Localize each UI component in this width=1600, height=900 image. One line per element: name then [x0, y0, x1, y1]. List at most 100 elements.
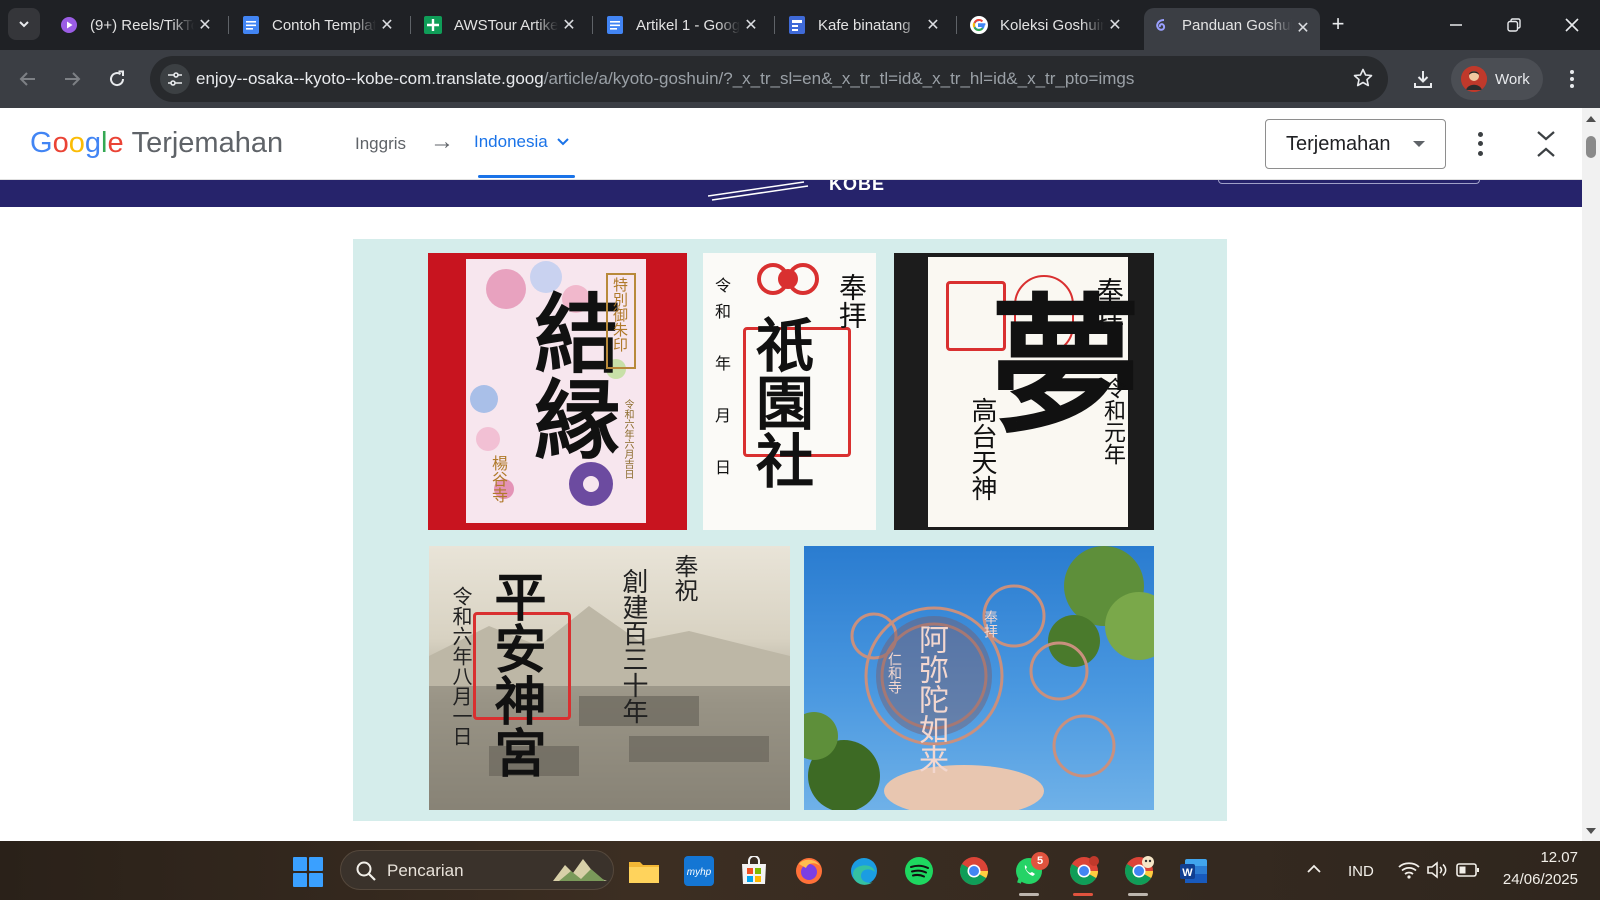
collapse-bar-button[interactable]	[1532, 128, 1560, 160]
input-language[interactable]: IND	[1348, 863, 1374, 880]
file-explorer-icon[interactable]	[628, 855, 660, 887]
window-close-button[interactable]	[1552, 8, 1592, 42]
taskbar-search[interactable]: Pencarian	[340, 850, 614, 890]
translation-mode-select[interactable]: Terjemahan	[1265, 119, 1446, 169]
whatsapp-badge: 5	[1031, 852, 1049, 870]
reload-button[interactable]	[101, 63, 133, 95]
running-app-indicator	[1128, 893, 1148, 896]
page-scrollbar[interactable]	[1582, 108, 1600, 841]
close-icon[interactable]: ✕	[558, 14, 580, 36]
goshuin-date: 令和六年八月一日	[449, 586, 473, 746]
google-g-icon	[970, 16, 988, 34]
myhp-icon[interactable]: myhp	[683, 855, 715, 887]
goshuin-main-text: 平安神宮	[485, 570, 546, 778]
chrome-menu-button[interactable]	[1556, 63, 1588, 95]
wifi-icon[interactable]	[1398, 861, 1420, 884]
tab-search-button[interactable]	[8, 8, 40, 40]
goshuin-gion: 祇園社 奉拝 令和 年 月 日	[703, 253, 876, 530]
translate-options-button[interactable]	[1468, 130, 1492, 158]
goshuin-top-text: 奉拝	[1092, 277, 1125, 333]
scroll-up-icon	[1586, 116, 1596, 122]
forward-button[interactable]	[56, 63, 88, 95]
tab-title: Koleksi Goshuin	[1000, 16, 1104, 34]
close-icon[interactable]: ✕	[376, 14, 398, 36]
close-icon[interactable]: ✕	[1104, 14, 1126, 36]
address-bar[interactable]: enjoy--osaka--kyoto--kobe-com.translate.…	[150, 56, 1388, 102]
goshuin-top-text: 奉拝	[835, 273, 868, 329]
new-tab-button[interactable]: +	[1326, 13, 1350, 37]
sky-and-foliage-photo	[804, 546, 1154, 810]
tab-koleksi-goshuin[interactable]: Koleksi Goshuin ✕	[962, 8, 1132, 42]
site-search-box[interactable]	[1218, 180, 1480, 184]
tab-awstour[interactable]: AWSTour Artikel ✕	[416, 8, 586, 42]
search-highlight-image-icon	[553, 859, 607, 881]
dropdown-arrow-icon	[1413, 141, 1425, 147]
goshuin-date: 令和六年六月吉日	[622, 399, 633, 479]
tab-reels[interactable]: (9+) Reels/TikTok ✕	[52, 8, 222, 42]
collapse-icon	[1537, 131, 1555, 157]
tab-contoh-template[interactable]: Contoh Template ✕	[234, 8, 404, 42]
volume-icon[interactable]	[1426, 861, 1448, 884]
firefox-icon[interactable]	[793, 855, 825, 887]
goshuin-temple-name: 楊谷寺	[489, 455, 508, 503]
url-host: enjoy--osaka--kyoto--kobe-com.translate.…	[196, 69, 544, 88]
tab-artikel-1[interactable]: Artikel 1 - Google Docs ✕	[598, 8, 768, 42]
scrollbar-thumb[interactable]	[1586, 136, 1596, 158]
close-icon[interactable]: ✕	[194, 14, 216, 36]
windows-taskbar: Pencarian myhp 5 W IND 12.07 24/06/2025	[0, 841, 1600, 900]
close-icon[interactable]: ✕	[922, 14, 944, 36]
chrome-icon[interactable]	[958, 855, 990, 887]
clock-time[interactable]: 12.07	[1524, 849, 1578, 866]
target-language[interactable]: Indonesia	[474, 132, 570, 152]
arrow-right-icon: →	[430, 128, 454, 155]
tab-title: Contoh Template	[272, 16, 376, 34]
site-brand[interactable]: KOBE	[829, 180, 885, 195]
battery-icon[interactable]	[1456, 862, 1480, 883]
close-icon[interactable]: ✕	[740, 14, 762, 36]
goshuin-paper: 結縁 特別御朱印 令和六年六月吉日 楊谷寺	[466, 259, 646, 523]
close-icon	[1565, 18, 1579, 32]
active-language-indicator	[478, 175, 575, 178]
tune-icon	[168, 72, 182, 86]
edge-icon[interactable]	[848, 855, 880, 887]
site-logo-swoosh	[708, 181, 809, 201]
site-info-button[interactable]	[160, 64, 190, 94]
google-forms-icon	[788, 16, 806, 34]
back-button[interactable]	[12, 63, 44, 95]
goshuin-top-text: 奉祝	[670, 554, 698, 602]
google-docs-icon	[606, 16, 624, 34]
profile-button[interactable]: Work	[1451, 58, 1543, 100]
tab-kafe-binatang[interactable]: Kafe binatang ✕	[780, 8, 950, 42]
url-text[interactable]: enjoy--osaka--kyoto--kobe-com.translate.…	[196, 69, 1134, 89]
spotify-icon[interactable]	[903, 855, 935, 887]
microsoft-word-icon[interactable]: W	[1178, 855, 1210, 887]
downloads-button[interactable]	[1407, 63, 1439, 95]
google-docs-icon	[242, 16, 260, 34]
goshuin-yanagidani: 結縁 特別御朱印 令和六年六月吉日 楊谷寺	[428, 253, 687, 530]
reload-icon	[110, 70, 125, 87]
avatar	[1461, 66, 1487, 92]
close-icon[interactable]: ✕	[1292, 17, 1314, 39]
show-hidden-icons-button[interactable]	[1306, 861, 1322, 882]
crest	[757, 261, 819, 297]
chrome-work-icon[interactable]	[1068, 855, 1100, 887]
restore-button[interactable]	[1494, 8, 1534, 42]
mode-select-value: Terjemahan	[1286, 132, 1391, 155]
minimize-button[interactable]	[1436, 8, 1476, 42]
profile-label: Work	[1495, 70, 1530, 88]
tab-divider	[956, 16, 957, 34]
chrome-profile-icon[interactable]	[1123, 855, 1155, 887]
start-button[interactable]	[293, 857, 323, 887]
chevron-up-icon	[1307, 864, 1321, 873]
clock-date[interactable]: 24/06/2025	[1496, 871, 1578, 888]
goshuin-date: 令和 年 月 日	[712, 277, 731, 485]
tab-panduan-goshuin[interactable]: Panduan Goshuin ✕	[1144, 8, 1320, 50]
tab-divider	[774, 16, 775, 34]
bookmark-button[interactable]	[1352, 67, 1374, 94]
source-language[interactable]: Inggris	[355, 134, 406, 154]
microsoft-store-icon[interactable]	[738, 855, 770, 887]
taskbar-search-label: Pencarian	[387, 861, 464, 880]
url-path: /article/a/kyoto-goshuin/?_x_tr_sl=en&_x…	[543, 69, 1135, 88]
star-icon	[1353, 68, 1373, 87]
google-sheets-icon	[424, 16, 442, 34]
